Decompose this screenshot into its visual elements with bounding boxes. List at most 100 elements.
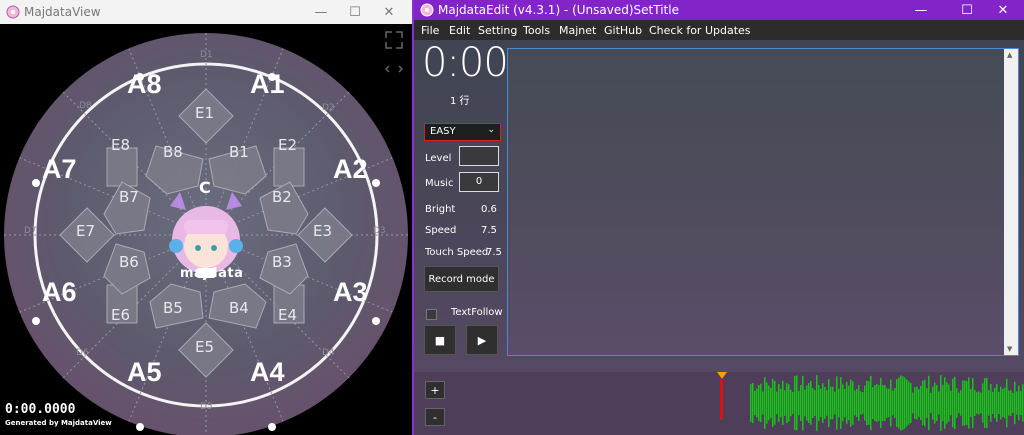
waveform-sample bbox=[758, 385, 760, 421]
sensor-d6-label: D6 bbox=[76, 348, 89, 358]
maximize-icon: ☐ bbox=[349, 4, 361, 20]
sensor-a1-label[interactable]: A1 bbox=[250, 69, 285, 100]
minimize-icon: — bbox=[914, 2, 928, 18]
sensor-e2-label: E2 bbox=[278, 136, 298, 154]
waveform-sample bbox=[970, 388, 972, 418]
sensor-a8-label[interactable]: A8 bbox=[127, 69, 162, 100]
menu-setting[interactable]: Setting bbox=[478, 24, 517, 37]
difficulty-value: EASY bbox=[430, 126, 456, 137]
waveform-sample bbox=[876, 384, 878, 422]
waveform-sample bbox=[804, 389, 806, 417]
view-titlebar: MajdataView — ☐ ✕ bbox=[0, 0, 412, 24]
sensor-a4-label[interactable]: A4 bbox=[250, 357, 285, 388]
text-follow-label: TextFollow bbox=[451, 307, 503, 318]
waveform-sample bbox=[850, 379, 852, 427]
sensor-b2-label: B2 bbox=[272, 188, 292, 206]
plus-icon: + bbox=[430, 383, 440, 397]
chart-preview-canvas[interactable]: C majdata A1 A2 A3 A4 A5 A6 A7 A8 B1 B2 … bbox=[0, 24, 412, 435]
waveform-sample bbox=[930, 392, 932, 414]
menu-tools[interactable]: Tools bbox=[523, 24, 550, 37]
menu-edit[interactable]: Edit bbox=[449, 24, 470, 37]
waveform-sample bbox=[888, 388, 890, 418]
waveform-sample bbox=[872, 387, 874, 419]
playhead-cursor[interactable] bbox=[720, 380, 723, 420]
music-offset-input[interactable]: 0 bbox=[459, 172, 499, 192]
waveform-sample bbox=[1002, 388, 1004, 418]
bright-label: Bright bbox=[425, 204, 456, 215]
waveform-sample bbox=[790, 389, 792, 417]
line-number-display: 1 行 bbox=[450, 96, 470, 107]
minus-icon: - bbox=[433, 410, 437, 424]
playhead-marker-icon bbox=[717, 372, 727, 379]
waveform-sample bbox=[814, 389, 816, 417]
level-input[interactable] bbox=[459, 146, 499, 166]
waveform-sample bbox=[992, 392, 994, 414]
zoom-out-button[interactable]: - bbox=[425, 408, 445, 426]
sensor-e5-label: E5 bbox=[195, 338, 215, 356]
stop-button[interactable]: ■ bbox=[424, 325, 456, 355]
waveform-sample bbox=[944, 377, 946, 429]
sensor-b1-label: B1 bbox=[229, 143, 249, 161]
sensor-d8-label: D8 bbox=[79, 101, 92, 111]
zoom-in-button[interactable]: + bbox=[425, 381, 445, 399]
waveform-sample bbox=[782, 380, 784, 426]
sensor-d2-label: D2 bbox=[322, 103, 335, 113]
waveform-sample bbox=[1014, 381, 1016, 425]
editor-scrollbar[interactable]: ▲ ▼ bbox=[1004, 49, 1018, 355]
difficulty-select[interactable]: EASY ⌄ bbox=[424, 123, 501, 141]
waveform-sample bbox=[766, 382, 768, 424]
waveform-sample bbox=[946, 382, 948, 424]
waveform-sample bbox=[858, 384, 860, 422]
preview-time: 0:00.0000 bbox=[5, 402, 76, 417]
waveform-sample bbox=[952, 378, 954, 428]
waveform-sample bbox=[774, 381, 776, 425]
sensor-a3-label[interactable]: A3 bbox=[333, 277, 368, 308]
waveform-sample bbox=[776, 391, 778, 415]
menu-majnet[interactable]: Majnet bbox=[559, 24, 596, 37]
sensor-a2-label[interactable]: A2 bbox=[333, 154, 368, 185]
waveform-sample bbox=[830, 386, 832, 420]
sensor-a5-label[interactable]: A5 bbox=[127, 357, 162, 388]
play-button[interactable]: ▶ bbox=[466, 325, 498, 355]
fullscreen-toggle-icon[interactable] bbox=[384, 30, 404, 78]
sensor-b5-label: B5 bbox=[163, 299, 183, 317]
touch-speed-label: Touch Speed bbox=[425, 247, 489, 258]
record-mode-button[interactable]: Record mode bbox=[424, 266, 499, 292]
chart-text-editor[interactable]: ▲ ▼ bbox=[507, 48, 1019, 356]
waveform-sample bbox=[890, 379, 892, 427]
waveform-panel[interactable]: + - bbox=[414, 372, 1024, 435]
sensor-a6-label[interactable]: A6 bbox=[42, 277, 77, 308]
waveform-sample bbox=[896, 379, 898, 427]
scroll-down-icon[interactable]: ▼ bbox=[1007, 345, 1012, 353]
waveform-sample bbox=[802, 375, 804, 431]
close-button[interactable]: ✕ bbox=[366, 0, 412, 24]
maximize-icon: ☐ bbox=[961, 2, 973, 18]
waveform-sample bbox=[856, 388, 858, 418]
waveform-sample bbox=[984, 378, 986, 428]
waveform-sample bbox=[756, 388, 758, 418]
waveform-sample bbox=[920, 385, 922, 421]
menu-check-for-updates[interactable]: Check for Updates bbox=[649, 24, 751, 37]
waveform-sample bbox=[784, 390, 786, 416]
waveform-sample bbox=[770, 387, 772, 419]
menu-github[interactable]: GitHub bbox=[604, 24, 642, 37]
bright-value[interactable]: 0.6 bbox=[481, 204, 497, 215]
waveform-sample bbox=[836, 376, 838, 430]
minimize-button[interactable]: — bbox=[898, 0, 944, 20]
text-follow-checkbox[interactable] bbox=[426, 309, 437, 320]
touch-speed-value[interactable]: 7.5 bbox=[486, 247, 502, 258]
speed-label: Speed bbox=[425, 225, 457, 236]
waveform-sample bbox=[950, 390, 952, 416]
waveform-sample bbox=[754, 390, 756, 416]
waveform-sample bbox=[764, 377, 766, 429]
scroll-up-icon[interactable]: ▲ bbox=[1007, 51, 1012, 59]
sensor-b3-label: B3 bbox=[272, 253, 292, 271]
sensor-a7-label[interactable]: A7 bbox=[42, 154, 77, 185]
waveform-sample bbox=[960, 390, 962, 416]
speed-value[interactable]: 7.5 bbox=[481, 225, 497, 236]
close-button[interactable]: ✕ bbox=[980, 0, 1024, 20]
waveform-sample bbox=[820, 388, 822, 418]
logo-text: majdata bbox=[180, 266, 244, 281]
menu-file[interactable]: File bbox=[421, 24, 439, 37]
close-icon: ✕ bbox=[383, 4, 395, 20]
